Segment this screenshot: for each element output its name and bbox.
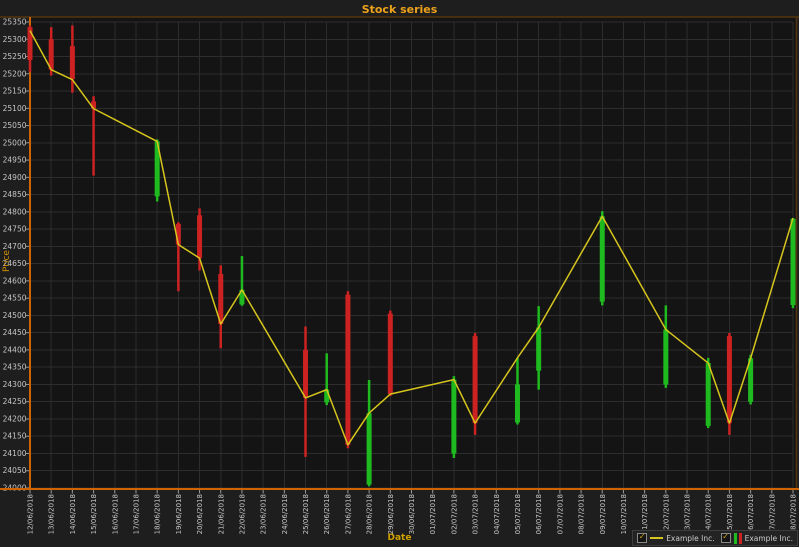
svg-text:12/07/2018: 12/07/2018 — [662, 494, 670, 534]
svg-text:20/06/2018: 20/06/2018 — [196, 494, 204, 534]
svg-text:22/06/2018: 22/06/2018 — [238, 494, 246, 534]
svg-text:15/06/2018: 15/06/2018 — [90, 494, 98, 534]
svg-text:29/06/2018: 29/06/2018 — [387, 494, 395, 534]
svg-text:18/07/2018: 18/07/2018 — [790, 494, 798, 534]
svg-text:25/06/2018: 25/06/2018 — [302, 494, 310, 534]
svg-text:09/07/2018: 09/07/2018 — [599, 494, 607, 534]
svg-text:24050: 24050 — [3, 466, 27, 475]
svg-text:24750: 24750 — [3, 225, 27, 234]
svg-text:24800: 24800 — [3, 207, 27, 216]
svg-text:27/06/2018: 27/06/2018 — [344, 494, 352, 534]
svg-text:02/07/2018: 02/07/2018 — [450, 494, 458, 534]
legend-label: Example Inc. — [666, 534, 714, 543]
svg-text:24200: 24200 — [3, 414, 27, 423]
chart-window: Stock series 240002405024100241502420024… — [0, 0, 799, 547]
plot-area: 2400024050241002415024200242502430024350… — [0, 0, 799, 547]
svg-text:24950: 24950 — [3, 156, 27, 165]
svg-text:25150: 25150 — [3, 87, 27, 96]
x-axis-labels: 12/06/2018 13/06/2018 14/06/2018 15/06/2018… — [27, 494, 798, 534]
svg-text:24850: 24850 — [3, 190, 27, 199]
svg-text:24450: 24450 — [3, 328, 27, 337]
svg-text:16/06/2018: 16/06/2018 — [111, 494, 119, 534]
svg-text:15/07/2018: 15/07/2018 — [726, 494, 734, 534]
svg-text:24250: 24250 — [3, 397, 27, 406]
svg-text:10/07/2018: 10/07/2018 — [620, 494, 628, 534]
svg-text:14/07/2018: 14/07/2018 — [705, 494, 713, 534]
svg-text:25200: 25200 — [3, 69, 27, 78]
svg-text:25100: 25100 — [3, 104, 27, 113]
svg-text:14/06/2018: 14/06/2018 — [69, 494, 77, 534]
svg-text:24550: 24550 — [3, 294, 27, 303]
ohlc-swatch-up — [734, 533, 737, 544]
svg-text:24100: 24100 — [3, 449, 27, 458]
svg-text:24500: 24500 — [3, 311, 27, 320]
checkbox-checked-icon[interactable]: ✓ — [637, 533, 647, 543]
svg-text:25350: 25350 — [3, 18, 27, 27]
svg-text:23/06/2018: 23/06/2018 — [260, 494, 268, 534]
svg-text:24/06/2018: 24/06/2018 — [281, 494, 289, 534]
svg-text:01/07/2018: 01/07/2018 — [429, 494, 437, 534]
svg-text:12/06/2018: 12/06/2018 — [27, 494, 35, 534]
svg-text:26/06/2018: 26/06/2018 — [323, 494, 331, 534]
svg-text:25250: 25250 — [3, 52, 27, 61]
svg-text:04/07/2018: 04/07/2018 — [493, 494, 501, 534]
svg-text:05/07/2018: 05/07/2018 — [514, 494, 522, 534]
svg-text:16/07/2018: 16/07/2018 — [747, 494, 755, 534]
ohlc-swatch-icon — [734, 533, 742, 544]
svg-text:24350: 24350 — [3, 363, 27, 372]
svg-text:18/06/2018: 18/06/2018 — [154, 494, 162, 534]
svg-text:25300: 25300 — [3, 35, 27, 44]
legend-item-line-series[interactable]: ✓ Example Inc. — [637, 533, 714, 543]
line-swatch-icon — [650, 537, 663, 539]
svg-text:13/07/2018: 13/07/2018 — [684, 494, 692, 534]
svg-text:24900: 24900 — [3, 173, 27, 182]
svg-text:17/07/2018: 17/07/2018 — [768, 494, 776, 534]
legend: ✓ Example Inc. ✓ Example Inc. — [632, 530, 798, 546]
svg-text:19/06/2018: 19/06/2018 — [175, 494, 183, 534]
svg-text:30/06/2018: 30/06/2018 — [408, 494, 416, 534]
svg-text:06/07/2018: 06/07/2018 — [535, 494, 543, 534]
svg-text:28/06/2018: 28/06/2018 — [366, 494, 374, 534]
legend-label: Example Inc. — [745, 534, 793, 543]
svg-text:03/07/2018: 03/07/2018 — [472, 494, 480, 534]
svg-text:08/07/2018: 08/07/2018 — [578, 494, 586, 534]
svg-text:17/06/2018: 17/06/2018 — [132, 494, 140, 534]
legend-item-ohlc-series[interactable]: ✓ Example Inc. — [721, 533, 793, 544]
svg-text:25000: 25000 — [3, 138, 27, 147]
svg-text:11/07/2018: 11/07/2018 — [641, 494, 649, 534]
svg-text:13/06/2018: 13/06/2018 — [48, 494, 56, 534]
svg-text:24400: 24400 — [3, 345, 27, 354]
svg-text:24600: 24600 — [3, 276, 27, 285]
svg-text:25050: 25050 — [3, 121, 27, 130]
checkbox-checked-icon[interactable]: ✓ — [721, 533, 731, 543]
svg-text:21/06/2018: 21/06/2018 — [217, 494, 225, 534]
ohlc-swatch-down — [739, 533, 742, 544]
y-axis-title: Price — [2, 250, 12, 272]
svg-text:07/07/2018: 07/07/2018 — [556, 494, 564, 534]
svg-text:24150: 24150 — [3, 432, 27, 441]
svg-text:24300: 24300 — [3, 380, 27, 389]
